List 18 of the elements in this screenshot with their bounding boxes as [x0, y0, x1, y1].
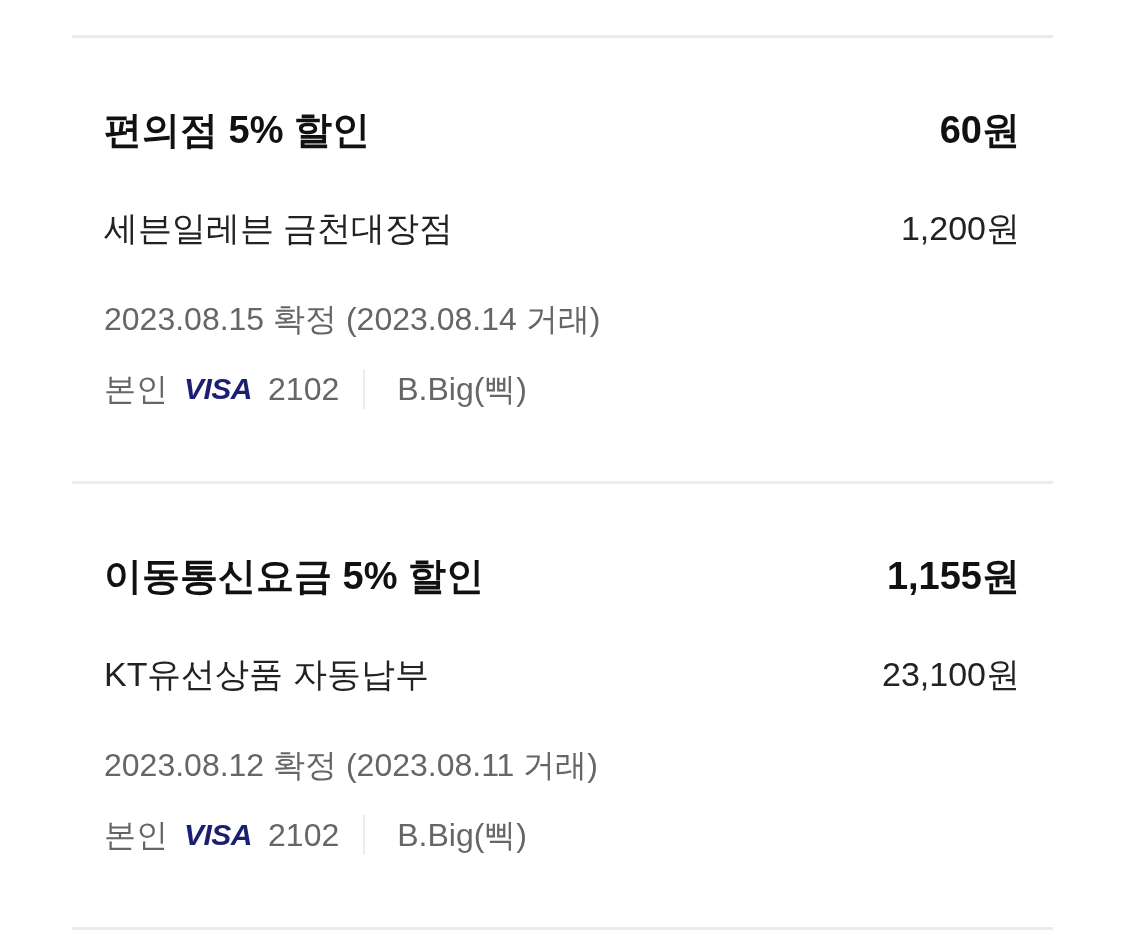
merchant-name: 세븐일레븐 금천대장점: [104, 208, 454, 249]
benefit-title: 이동통신요금 5% 할인: [104, 554, 485, 599]
card-holder: 본인: [104, 816, 168, 855]
benefit-title: 편의점 5% 할인: [104, 108, 371, 153]
card-number: 2102: [268, 370, 340, 409]
transaction-dates: 2023.08.15 확정 (2023.08.14 거래): [104, 301, 601, 337]
card-product-name: B.Big(삑): [397, 816, 527, 855]
merchant-name: KT유선상품 자동납부: [104, 654, 429, 695]
card-holder: 본인: [104, 370, 168, 409]
payment-amount: 1,200원: [900, 208, 1020, 249]
card-brand-logo: VISA: [184, 817, 253, 853]
discount-amount: 1,155원: [886, 554, 1020, 599]
payment-amount: 23,100원: [882, 654, 1020, 695]
card-product-name: B.Big(삑): [397, 370, 527, 409]
card-brand-logo: VISA: [184, 371, 253, 407]
card-number: 2102: [268, 816, 340, 855]
discount-amount: 60원: [939, 108, 1020, 153]
transaction-dates: 2023.08.12 확정 (2023.08.11 거래): [104, 747, 598, 783]
